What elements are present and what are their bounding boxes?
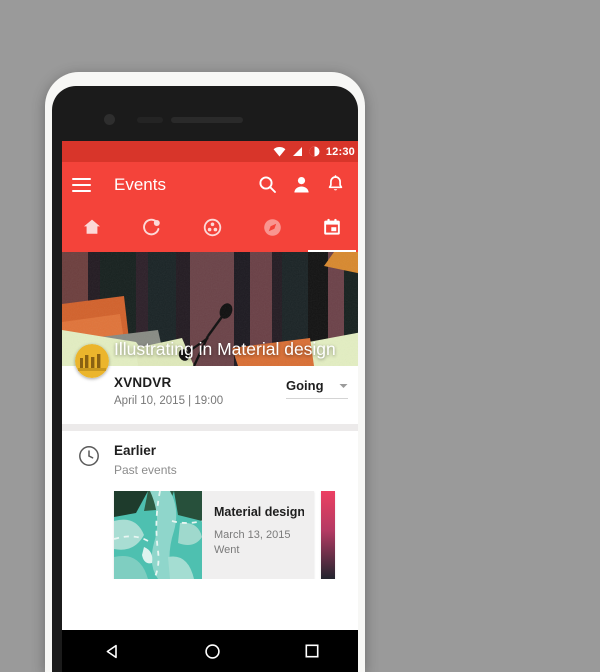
rsvp-value: Going (286, 377, 324, 393)
status-bar: 12:30 (62, 141, 358, 162)
clock-icon (78, 445, 100, 467)
account-icon[interactable] (284, 168, 318, 202)
phone-screen: 12:30 Events Illustrating in Material de… (62, 141, 358, 672)
activity-icon (142, 217, 163, 243)
home-icon (82, 217, 102, 242)
tab-bar (62, 207, 358, 252)
list-item[interactable] (321, 491, 335, 579)
hamburger-menu-icon[interactable] (72, 170, 102, 200)
status-bar-clock: 12:30 (325, 145, 355, 158)
past-event-status: Went (214, 544, 240, 556)
app-bar: Events (62, 162, 358, 252)
event-meta-row: XVNDVR April 10, 2015 | 19:00 Going (62, 344, 358, 424)
front-camera-icon (104, 114, 115, 125)
past-event-body: Material design... March 13, 2015 Went (202, 491, 314, 579)
chevron-down-icon (339, 376, 348, 394)
past-event-title: Material design... (214, 505, 304, 519)
rsvp-dropdown[interactable]: Going (286, 376, 348, 399)
featured-event-card[interactable]: Illustrating in Material design XVNDVR A… (62, 252, 358, 424)
earlier-title: Earlier (114, 443, 157, 458)
phone-screen-bezel: 12:30 Events Illustrating in Material de… (52, 86, 358, 672)
avatar[interactable] (75, 344, 109, 378)
tab-events[interactable] (302, 207, 358, 252)
phone-device: 12:30 Events Illustrating in Material de… (45, 72, 365, 672)
explore-icon (262, 217, 283, 243)
app-bar-top-row: Events (62, 162, 358, 207)
notifications-icon[interactable] (318, 168, 352, 202)
content-scroll-area[interactable]: Illustrating in Material design XVNDVR A… (62, 252, 358, 630)
proximity-sensor-icon (137, 117, 163, 123)
calendar-icon (322, 217, 342, 242)
wifi-icon (273, 146, 286, 157)
battery-icon (309, 146, 320, 157)
list-item[interactable]: Material design... March 13, 2015 Went (114, 491, 314, 579)
earpiece-speaker-icon (171, 117, 243, 123)
past-events-list[interactable]: Material design... March 13, 2015 Went (62, 491, 358, 579)
earlier-header: Earlier Past events (62, 443, 358, 491)
tab-explore[interactable] (242, 207, 302, 252)
event-hero-image: Illustrating in Material design (62, 252, 358, 366)
tab-groups[interactable] (182, 207, 242, 252)
event-title: Illustrating in Material design (114, 339, 336, 359)
past-event-thumbnail (114, 491, 202, 579)
past-events-card: Earlier Past events Material design Marc… (62, 431, 358, 630)
search-icon[interactable] (250, 168, 284, 202)
past-event-date: March 13, 2015 (214, 529, 291, 541)
home-button[interactable] (190, 630, 234, 672)
past-event-thumbnail (321, 491, 335, 579)
back-button[interactable] (90, 630, 134, 672)
page-title: Events (114, 174, 166, 194)
earlier-subtitle: Past events (114, 463, 177, 477)
groups-icon (202, 217, 223, 243)
recents-button[interactable] (290, 630, 334, 672)
tab-activity[interactable] (122, 207, 182, 252)
tab-home[interactable] (62, 207, 122, 252)
android-navigation-bar (62, 630, 358, 672)
signal-icon (292, 146, 303, 157)
